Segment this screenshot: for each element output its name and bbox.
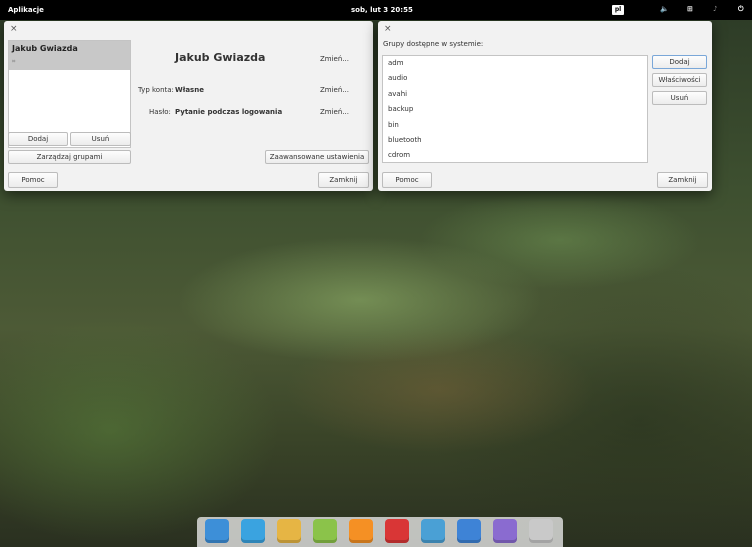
account-type-value: Własne [175,86,204,94]
appcenter-icon[interactable] [493,519,517,543]
keyboard-layout-indicator[interactable]: pl [612,5,624,15]
clock[interactable]: sob, lut 3 20:55 [351,6,413,14]
close-icon[interactable]: × [10,24,18,34]
settings-icon[interactable] [457,519,481,543]
change-password-link[interactable]: Zmień... [320,108,349,116]
web-browser-icon[interactable] [241,519,265,543]
remove-group-button[interactable]: Usuń [652,91,707,105]
calendar-icon[interactable] [313,519,337,543]
group-properties-button[interactable]: Właściwości [652,73,707,87]
music-icon[interactable] [349,519,373,543]
groups-list: adm audio avahi backup bin bluetooth cdr… [382,55,648,163]
user-display-name: Jakub Gwiazda [175,51,266,64]
users-icon[interactable] [529,519,553,543]
power-icon[interactable]: ⏻ [738,5,744,14]
close-icon[interactable]: × [384,24,392,34]
network-icon[interactable]: ⊞ [687,5,693,13]
close-button[interactable]: Zamknij [657,172,708,188]
top-panel: Aplikacje sob, lut 3 20:55 pl 🔈 ⊞ ♪ ⏻ [0,0,752,20]
notifications-icon[interactable]: ♪ [713,5,717,13]
group-list-item[interactable]: cdrom [388,151,410,159]
password-label: Hasło: [149,108,171,116]
groups-header: Grupy dostępne w systemie: [383,40,484,48]
manage-groups-button[interactable]: Zarządzaj grupami [8,150,131,164]
group-list-item[interactable]: avahi [388,90,407,98]
user-accounts-dialog: × Jakub Gwiazda ⌗ Jakub Gwiazda Zmień...… [4,21,373,191]
account-type-label: Typ konta: [138,86,174,94]
change-name-link[interactable]: Zmień... [320,55,349,63]
groups-dialog: × Grupy dostępne w systemie: adm audio a… [378,21,712,191]
remove-user-button[interactable]: Usuń [70,132,131,146]
close-button[interactable]: Zamknij [318,172,369,188]
help-button[interactable]: Pomoc [382,172,432,188]
advanced-settings-button[interactable]: Zaawansowane ustawienia [265,150,369,164]
user-list-name: Jakub Gwiazda [12,44,78,53]
change-account-type-link[interactable]: Zmień... [320,86,349,94]
group-list-item[interactable]: adm [388,59,404,67]
videos-icon[interactable] [385,519,409,543]
help-button[interactable]: Pomoc [8,172,58,188]
group-list-item[interactable]: bluetooth [388,136,422,144]
multitasking-view-icon[interactable] [205,519,229,543]
group-list-item[interactable]: backup [388,105,413,113]
volume-icon[interactable]: 🔈 [660,5,669,13]
photos-icon[interactable] [421,519,445,543]
mail-icon[interactable] [277,519,301,543]
group-list-item[interactable]: bin [388,121,399,129]
user-list-item[interactable]: Jakub Gwiazda ⌗ [9,41,130,70]
password-value: Pytanie podczas logowania [175,108,283,116]
group-list-item[interactable]: audio [388,74,407,82]
user-avatar-icon: ⌗ [12,58,16,65]
add-group-button[interactable]: Dodaj [652,55,707,69]
applications-menu[interactable]: Aplikacje [8,6,44,14]
add-user-button[interactable]: Dodaj [8,132,68,146]
